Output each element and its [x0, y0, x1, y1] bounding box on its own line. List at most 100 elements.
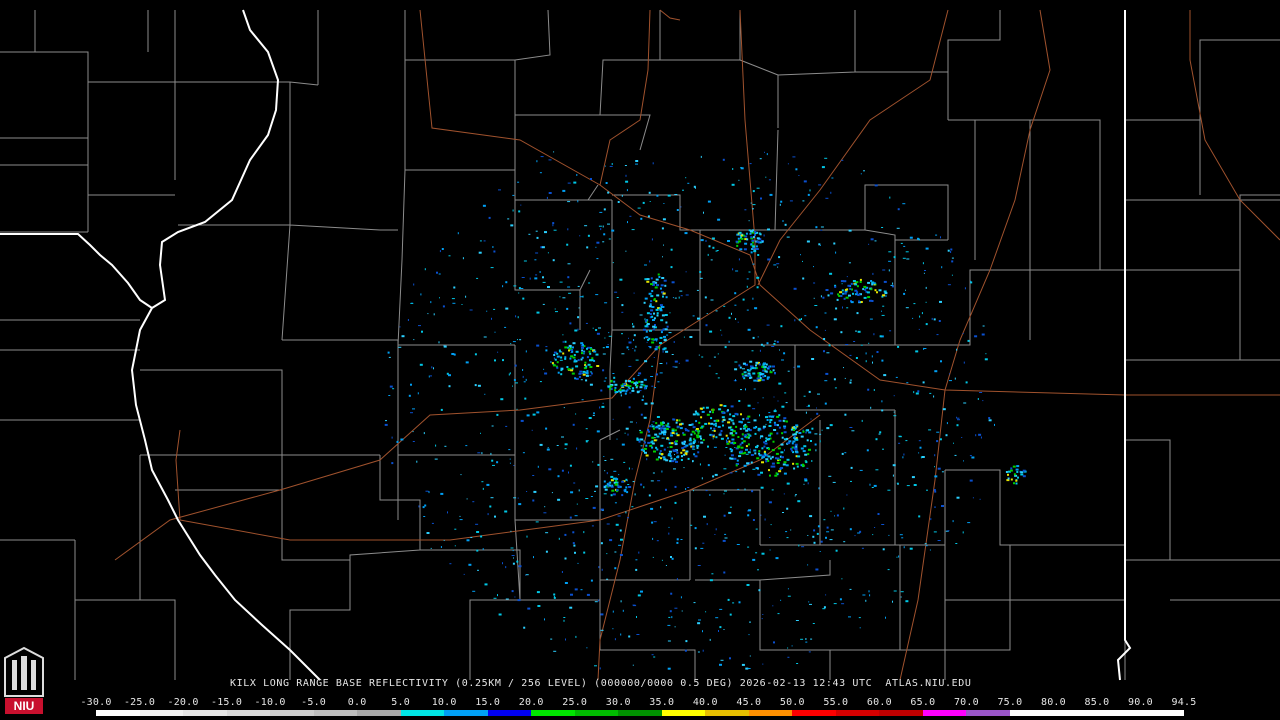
echo-pixel	[811, 460, 813, 462]
echo-pixel	[670, 556, 672, 558]
echo-pixel	[698, 354, 700, 356]
echo-pixel	[954, 454, 957, 456]
echo-pixel	[768, 447, 770, 450]
echo-pixel	[749, 360, 753, 363]
echo-pixel	[505, 425, 508, 427]
echo-pixel	[665, 488, 667, 491]
echo-pixel	[969, 479, 973, 482]
echo-pixel	[536, 311, 540, 314]
echo-pixel	[763, 445, 766, 448]
echo-pixel	[669, 312, 671, 314]
echo-pixel	[693, 453, 696, 456]
echo-pixel	[735, 471, 738, 473]
echo-pixel	[646, 341, 648, 343]
echo-pixel	[783, 431, 787, 434]
echo-pixel	[781, 359, 784, 361]
echo-pixel	[786, 482, 790, 485]
echo-pixel	[782, 220, 784, 222]
echo-pixel	[848, 294, 851, 297]
echo-pixel	[671, 460, 675, 463]
echo-pixel	[814, 443, 817, 446]
echo-pixel	[648, 292, 652, 295]
echo-pixel	[882, 294, 886, 297]
echo-pixel	[947, 284, 951, 286]
echo-pixel	[867, 388, 870, 391]
echo-pixel	[510, 547, 514, 549]
echo-pixel	[769, 421, 772, 424]
echo-pixel	[595, 485, 599, 488]
echo-pixel	[849, 588, 852, 590]
echo-pixel	[719, 663, 722, 666]
echo-pixel	[566, 243, 569, 246]
echo-pixel	[452, 302, 456, 304]
echo-pixel	[843, 280, 847, 283]
echo-pixel	[624, 165, 627, 166]
echo-pixel	[585, 365, 588, 368]
echo-pixel	[666, 437, 669, 440]
echo-pixel	[708, 365, 711, 367]
echo-pixel	[736, 544, 740, 545]
echo-pixel	[792, 440, 796, 443]
echo-pixel	[665, 350, 669, 353]
echo-pixel	[825, 289, 829, 291]
echo-pixel	[459, 515, 461, 517]
echo-pixel	[849, 427, 853, 428]
echo-pixel	[802, 463, 804, 466]
echo-pixel	[730, 454, 734, 457]
echo-pixel	[945, 434, 948, 437]
echo-pixel	[646, 278, 650, 281]
echo-pixel	[541, 246, 545, 249]
echo-pixel	[649, 329, 652, 332]
echo-pixel	[852, 280, 856, 282]
echo-pixel	[933, 489, 936, 491]
echo-pixel	[853, 341, 856, 342]
echo-pixel	[761, 456, 765, 459]
echo-pixel	[793, 366, 795, 368]
echo-pixel	[930, 518, 932, 521]
echo-pixel	[661, 227, 664, 230]
echo-pixel	[763, 450, 766, 453]
echo-pixel	[553, 229, 557, 231]
echo-pixel	[724, 537, 728, 539]
echo-pixel	[585, 379, 588, 382]
echo-pixel	[771, 489, 774, 491]
echo-pixel	[707, 200, 711, 203]
echo-pixel	[476, 549, 479, 552]
legend-label: -15.0	[210, 697, 243, 708]
echo-pixel	[780, 467, 784, 469]
echo-pixel	[653, 656, 656, 658]
echo-pixel	[494, 359, 496, 362]
echo-pixel	[650, 277, 653, 280]
echo-pixel	[942, 408, 946, 411]
echo-pixel	[859, 281, 862, 283]
echo-pixel	[518, 565, 522, 568]
echo-pixel	[815, 226, 818, 229]
echo-pixel	[685, 359, 689, 362]
echo-pixel	[793, 467, 796, 470]
echo-pixel	[732, 422, 735, 425]
echo-pixel	[442, 305, 445, 308]
echo-pixel	[598, 599, 600, 602]
echo-pixel	[934, 454, 936, 457]
echo-pixel	[773, 264, 777, 266]
echo-pixel	[760, 471, 763, 474]
echo-pixel	[655, 422, 658, 425]
echo-pixel	[763, 234, 765, 237]
color-bar-segment	[792, 710, 836, 716]
echo-pixel	[632, 604, 636, 606]
echo-pixel	[660, 331, 663, 334]
echo-pixel	[574, 515, 578, 517]
echo-pixel	[505, 281, 508, 284]
echo-pixel	[656, 314, 659, 317]
echo-pixel	[539, 271, 541, 273]
echo-pixel	[700, 437, 702, 440]
echo-pixel	[606, 578, 609, 580]
echo-pixel	[922, 262, 924, 265]
color-bar-segment	[618, 710, 662, 716]
echo-pixel	[690, 433, 693, 436]
echo-pixel	[640, 380, 644, 383]
echo-pixel	[805, 411, 807, 414]
legend-label: 30.0	[605, 697, 631, 708]
echo-pixel	[867, 281, 871, 284]
echo-pixel	[746, 462, 750, 465]
